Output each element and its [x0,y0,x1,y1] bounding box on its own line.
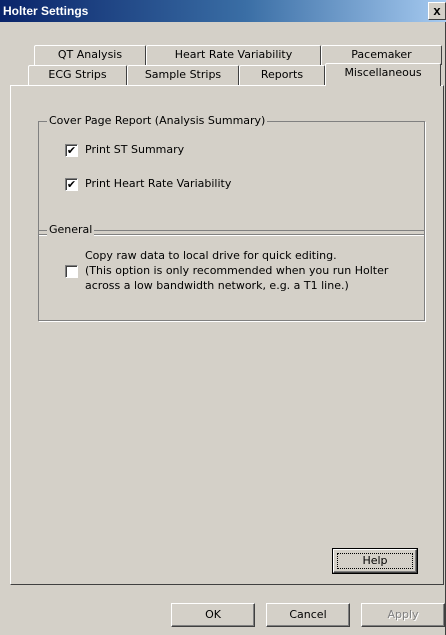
ok-button[interactable]: OK [171,603,255,627]
tab-qt-analysis[interactable]: QT Analysis [34,45,146,65]
cancel-button-label: Cancel [289,608,327,621]
tab-reports[interactable]: Reports [239,65,325,85]
tab-label: Reports [260,68,304,81]
tab-label: Miscellaneous [344,66,422,79]
close-button[interactable]: x [428,2,446,20]
tab-sample-strips[interactable]: Sample Strips [127,65,239,85]
tab-miscellaneous[interactable]: Miscellaneous [325,63,441,86]
general-group: General Copy raw data to local drive for… [38,223,425,321]
copy-raw-data-checkbox[interactable] [65,265,78,278]
copy-raw-data-line-1: Copy raw data to local drive for quick e… [85,249,337,262]
tab-label: Heart Rate Variability [174,48,293,61]
general-group-title: General [47,223,95,236]
print-st-summary-checkbox[interactable]: ✔ [65,144,78,157]
window-title: Holter Settings [3,4,89,18]
tab-heart-rate-variability[interactable]: Heart Rate Variability [146,45,321,65]
copy-raw-data-line-3: across a low bandwidth network, e.g. a T… [85,279,349,292]
cover-page-group: Cover Page Report (Analysis Summary) ✔ P… [38,114,425,235]
print-hrv-checkbox[interactable]: ✔ [65,178,78,191]
print-st-summary-label[interactable]: Print ST Summary [85,143,184,156]
help-button[interactable]: Help [332,548,418,574]
copy-raw-data-line-2: (This option is only recommended when yo… [85,264,389,277]
tab-label: ECG Strips [48,68,107,81]
help-button-label: Help [362,554,388,567]
tab-label: QT Analysis [57,48,123,61]
tab-panel-miscellaneous: Cover Page Report (Analysis Summary) ✔ P… [10,85,444,585]
copy-raw-data-label[interactable]: Copy raw data to local drive for quick e… [85,248,388,293]
print-hrv-label[interactable]: Print Heart Rate Variability [85,177,231,190]
apply-button-label: Apply [387,608,419,621]
tab-label: Pacemaker [351,48,412,61]
tab-pacemaker[interactable]: Pacemaker [321,45,442,65]
tab-ecg-strips[interactable]: ECG Strips [28,65,127,85]
tab-label: Sample Strips [144,68,222,81]
ok-button-label: OK [205,608,221,621]
close-icon: x [433,3,441,18]
cover-page-group-title: Cover Page Report (Analysis Summary) [47,114,268,127]
check-mark-icon: ✔ [66,144,77,157]
cancel-button[interactable]: Cancel [266,603,350,627]
title-bar[interactable]: Holter Settings x [0,0,446,22]
apply-button[interactable]: Apply [361,603,445,627]
check-mark-icon: ✔ [66,178,77,191]
